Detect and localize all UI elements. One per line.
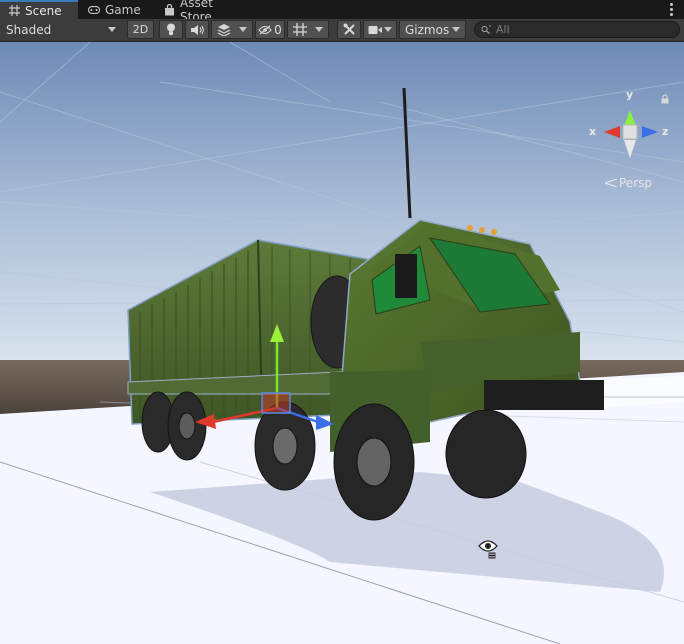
y-axis-label: y: [626, 88, 634, 101]
scene-viewport[interactable]: y x z Persp: [0, 42, 684, 644]
projection-toggle[interactable]: Persp: [605, 176, 652, 190]
audio-toggle-button[interactable]: [185, 20, 209, 39]
chevron-down-icon: [108, 27, 116, 32]
lock-icon[interactable]: [660, 94, 670, 104]
light-bulb-icon: [167, 23, 175, 35]
perspective-icon: [605, 179, 617, 187]
gamepad-icon: [88, 4, 100, 16]
effects-icon: [217, 24, 231, 36]
gizmos-label: Gizmos: [405, 22, 450, 37]
audio-icon: [191, 24, 204, 35]
scene-visibility-icon: [478, 540, 498, 559]
hidden-count: 0: [274, 22, 282, 37]
tab-label: Game: [105, 2, 141, 17]
chevron-down-icon: [384, 27, 392, 32]
search-icon: [481, 25, 491, 34]
x-axis-cone: [604, 126, 620, 138]
gizmo-center-cube: [622, 124, 638, 140]
grid-icon: [293, 23, 307, 36]
tools-icon: [343, 23, 355, 35]
tab-label: Scene: [25, 3, 62, 18]
z-axis-label: z: [662, 125, 669, 138]
tools-button[interactable]: [337, 20, 361, 39]
grid-icon: [8, 5, 20, 17]
neg-y-cone: [624, 140, 636, 158]
more-menu-icon[interactable]: [666, 2, 676, 17]
eye-slash-icon: [258, 25, 272, 34]
tab-asset-store[interactable]: Asset Store: [156, 0, 250, 24]
camera-icon: [368, 25, 382, 34]
shading-mode-value: Shaded: [6, 22, 52, 37]
grid-dropdown[interactable]: [287, 20, 329, 39]
lighting-toggle-button[interactable]: [159, 20, 183, 39]
projection-label: Persp: [619, 176, 652, 190]
x-axis-label: x: [589, 125, 597, 138]
2d-label: 2D: [132, 23, 149, 36]
chevron-down-icon: [239, 27, 247, 32]
effects-dropdown[interactable]: [211, 20, 253, 39]
tab-game[interactable]: Game: [80, 0, 154, 19]
tab-scene[interactable]: Scene: [0, 0, 78, 19]
y-axis-cone: [624, 110, 636, 126]
front-bumper: [484, 380, 604, 410]
search-input[interactable]: [496, 23, 666, 36]
shopping-bag-icon: [164, 3, 175, 16]
chevron-down-icon: [315, 27, 323, 32]
shading-mode-dropdown[interactable]: Shaded: [0, 20, 122, 39]
z-axis-cone: [642, 126, 658, 138]
2d-toggle-button[interactable]: 2D: [127, 20, 154, 39]
hierarchy-search-field[interactable]: [474, 21, 680, 38]
hidden-objects-toggle[interactable]: 0: [255, 20, 285, 39]
gizmos-dropdown[interactable]: Gizmos: [399, 20, 466, 39]
side-mirror: [395, 254, 417, 298]
scene-window: Scene Game Asset Store Shaded 2D 0 Gizmo…: [0, 0, 684, 644]
scene-toolbar: Shaded 2D 0 Gizmos All: [0, 19, 684, 42]
camera-dropdown[interactable]: [363, 20, 397, 39]
chevron-down-icon: [452, 27, 460, 32]
tab-strip: Scene Game Asset Store: [0, 0, 684, 24]
